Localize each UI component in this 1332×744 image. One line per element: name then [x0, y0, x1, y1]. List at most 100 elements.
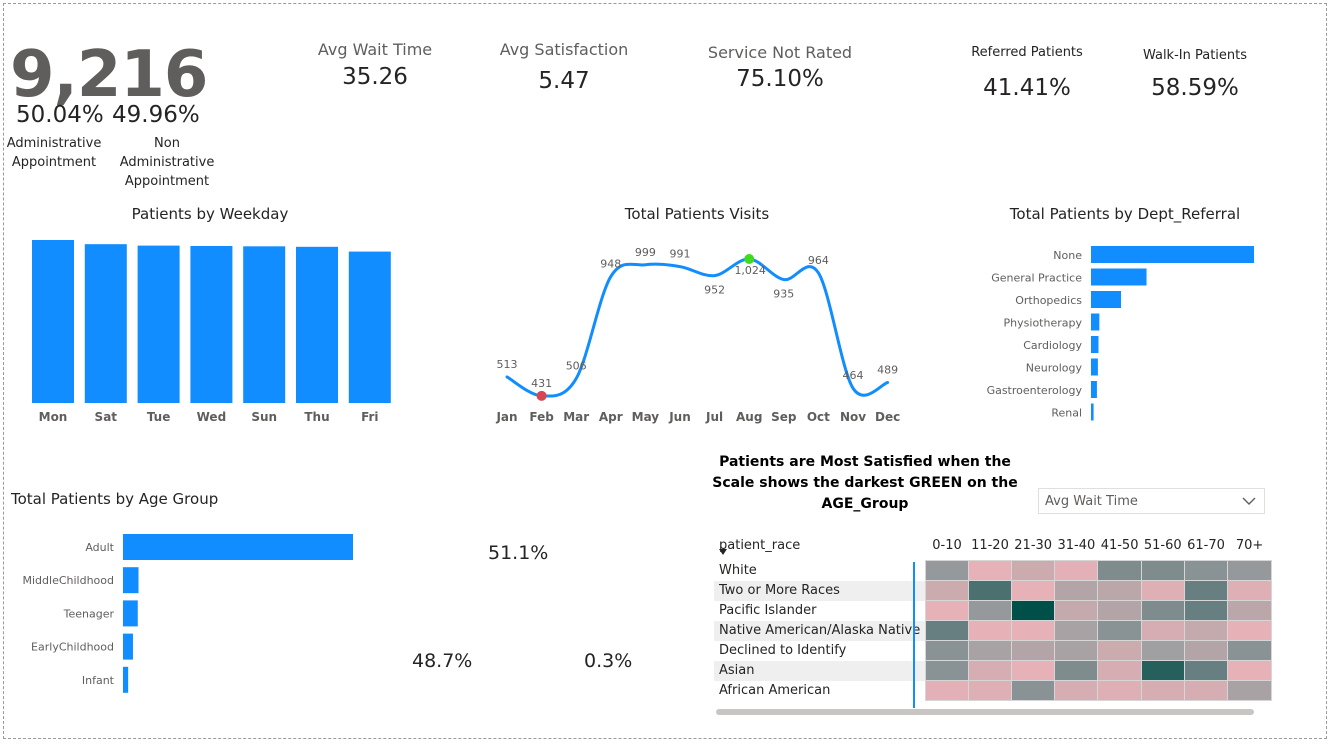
heatmap-cell[interactable] [1140, 660, 1185, 681]
age-bar[interactable] [123, 567, 139, 594]
heatmap-cell[interactable] [1140, 680, 1185, 701]
age-bar[interactable] [123, 534, 353, 560]
heatmap-cell[interactable] [1227, 560, 1272, 581]
dept-category-label: Cardiology [1023, 339, 1082, 352]
heatmap-cell[interactable] [1183, 660, 1229, 681]
heatmap-cell[interactable] [967, 680, 1013, 701]
heatmap-cell[interactable] [925, 640, 969, 661]
weekday-bar[interactable] [348, 251, 391, 403]
heatmap-column-header[interactable]: 31-40 [1055, 530, 1098, 561]
heatmap-cell[interactable] [1140, 580, 1185, 601]
heatmap-column-header[interactable]: 70+ [1228, 530, 1272, 561]
heatmap-cell[interactable] [1011, 660, 1056, 681]
heatmap-cell[interactable] [1054, 600, 1099, 621]
heatmap-cell[interactable] [1140, 560, 1185, 581]
age-bar[interactable] [123, 600, 138, 627]
heatmap-cell[interactable] [1227, 640, 1272, 661]
heatmap-cell[interactable] [1183, 580, 1229, 601]
heatmap-row: Pacific Islander [714, 600, 1272, 621]
heatmap-cell[interactable] [1097, 680, 1142, 701]
dept-bar[interactable] [1091, 268, 1147, 286]
row-header[interactable]: patient_race [714, 530, 926, 561]
heatmap-cell[interactable] [1054, 660, 1099, 681]
heatmap-cell[interactable] [1227, 600, 1272, 621]
heatmap-cell[interactable] [1054, 620, 1099, 641]
weekday-bar[interactable] [296, 246, 338, 403]
heatmap-cell[interactable] [1011, 640, 1056, 661]
heatmap-cell[interactable] [1097, 620, 1142, 641]
metric-dropdown[interactable]: Avg Wait Time [1038, 488, 1265, 514]
heatmap-column-header[interactable]: 51-60 [1141, 530, 1184, 561]
weekday-bar[interactable] [243, 246, 286, 403]
age-bar[interactable] [123, 633, 133, 660]
dept-bar[interactable] [1091, 313, 1100, 331]
heatmap-cell[interactable] [1227, 680, 1272, 701]
heatmap-cell[interactable] [925, 600, 969, 621]
heatmap-column-header[interactable]: 11-20 [968, 530, 1011, 561]
heatmap-cell[interactable] [967, 580, 1013, 601]
dept-bar[interactable] [1091, 336, 1099, 353]
heatmap-cell[interactable] [1011, 620, 1056, 641]
heatmap-cell[interactable] [925, 580, 969, 601]
visits-data-label: 431 [531, 377, 552, 390]
dept-bar[interactable] [1091, 358, 1098, 376]
heatmap-cell[interactable] [967, 600, 1013, 621]
heatmap-column-header[interactable]: 21-30 [1012, 530, 1055, 561]
heatmap-cell[interactable] [1097, 560, 1142, 581]
heatmap-cell[interactable] [967, 640, 1013, 661]
heatmap-cell[interactable] [967, 560, 1013, 581]
heatmap-cell[interactable] [1227, 660, 1272, 681]
horizontal-scrollbar[interactable] [716, 709, 1254, 715]
dept-bar[interactable] [1091, 403, 1094, 421]
age-bar[interactable] [123, 666, 129, 693]
heatmap-cell[interactable] [1011, 580, 1056, 601]
heatmap-cell[interactable] [925, 680, 969, 701]
heatmap-cell[interactable] [1140, 640, 1185, 661]
heatmap-cell[interactable] [967, 660, 1013, 681]
heatmap-cell[interactable] [1097, 660, 1142, 681]
heatmap-column-header[interactable]: 41-50 [1098, 530, 1141, 561]
month-tick-label: Jan [495, 410, 517, 424]
age-category-label: MiddleChildhood [23, 574, 115, 587]
heatmap-cell[interactable] [1097, 640, 1142, 661]
heatmap-cell[interactable] [925, 560, 969, 581]
heatmap-cell[interactable] [1054, 580, 1099, 601]
heatmap-cell[interactable] [1054, 560, 1099, 581]
heatmap-cell[interactable] [1140, 620, 1185, 641]
dept-bar[interactable] [1091, 381, 1097, 398]
weekday-bar[interactable] [137, 245, 180, 403]
heatmap-cell[interactable] [1183, 640, 1229, 661]
heatmap-cell[interactable] [1227, 620, 1272, 641]
heatmap-column-header[interactable]: 61-70 [1184, 530, 1227, 561]
heatmap-cell[interactable] [1011, 600, 1056, 621]
heatmap-cell[interactable] [1183, 560, 1229, 581]
dept-category-label: Orthopedics [1015, 294, 1082, 307]
heatmap-cell[interactable] [925, 660, 969, 681]
weekday-bar[interactable] [84, 244, 127, 403]
heatmap-cell[interactable] [1011, 560, 1056, 581]
heatmap-row: Declined to Identify [714, 640, 1272, 661]
heatmap-cell[interactable] [1097, 580, 1142, 601]
heatmap-cell[interactable] [1140, 600, 1185, 621]
heatmap-cell[interactable] [1183, 680, 1229, 701]
heatmap-cell[interactable] [925, 620, 969, 641]
dept-bar[interactable] [1091, 246, 1254, 263]
age-group-chart: Adult MiddleChildhood Teenager EarlyChildho… [23, 534, 353, 693]
heatmap-cell[interactable] [1183, 600, 1229, 621]
heatmap-cell[interactable] [1183, 620, 1229, 641]
max-marker[interactable] [744, 254, 755, 264]
heatmap-cell[interactable] [1054, 640, 1099, 661]
heatmap-cell[interactable] [1011, 680, 1056, 701]
heatmap-column-header[interactable]: 0-10 [926, 530, 969, 561]
heatmap-cell[interactable] [1227, 580, 1272, 601]
weekday-bar[interactable] [32, 240, 74, 403]
sort-indicator-icon[interactable] [718, 548, 728, 556]
heatmap-cell[interactable] [967, 620, 1013, 641]
min-marker[interactable] [536, 390, 547, 401]
heatmap-cell[interactable] [1054, 680, 1099, 701]
dept-category-label: None [1053, 249, 1082, 262]
weekday-bar[interactable] [190, 245, 233, 403]
month-tick-label: May [632, 410, 660, 424]
dept-bar[interactable] [1091, 291, 1122, 308]
heatmap-cell[interactable] [1097, 600, 1142, 621]
